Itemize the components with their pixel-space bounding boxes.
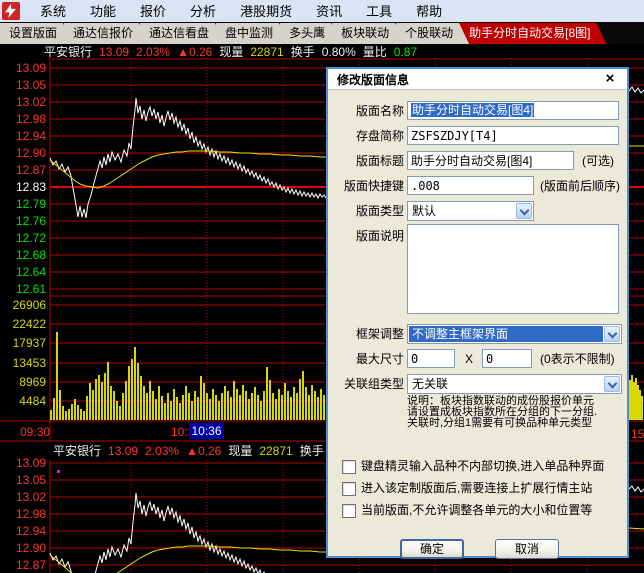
tab-set-layout[interactable]: 设置版面 — [0, 23, 73, 44]
chevron-down-icon[interactable] — [604, 376, 620, 392]
tab-stock-link[interactable]: 个股联动 — [396, 23, 469, 44]
connect-ext-host-checkbox[interactable] — [342, 482, 356, 496]
max-size-label: 最大尺寸 — [355, 352, 404, 366]
layout-tab-bar: 设置版面 通达信报价 通达信看盘 盘中监测 多头鹰 板块联动 个股联动 助手分时… — [0, 22, 644, 44]
link-group-value: 无关联 — [412, 377, 449, 391]
menu-analysis[interactable]: 分析 — [178, 1, 228, 22]
keyboard-wizard-checkbox[interactable] — [342, 460, 356, 474]
size-note: (0表示不限制) — [540, 352, 615, 366]
frame-adjust-label: 框架调整 — [355, 327, 404, 341]
chevron-down-icon[interactable] — [604, 326, 620, 342]
tab-sector-link[interactable]: 板块联动 — [332, 23, 405, 44]
optional-note: (可选) — [582, 154, 614, 168]
save-short-name-label: 存盘简称 — [355, 129, 404, 143]
menu-system[interactable]: 系统 — [28, 1, 78, 22]
panel-type-label: 版面类型 — [355, 204, 404, 218]
panel-title-input[interactable] — [407, 151, 574, 170]
hotkey-input[interactable] — [407, 176, 534, 195]
panel-name-input[interactable]: 助手分时自动交易[图4] — [407, 101, 619, 120]
dialog-title-bar[interactable]: 修改版面信息 × — [328, 69, 627, 90]
tab-intraday-monitor[interactable]: 盘中监测 — [216, 23, 289, 44]
app-logo-icon — [2, 2, 20, 20]
tab-tdx-quote[interactable]: 通达信报价 — [64, 23, 149, 44]
lock-layout-checkbox-label: 当前版面,不允许调整各单元的大小和位置等 — [361, 503, 593, 517]
link-group-help-line3: 关联时,分组1需要有可换品种单元类型 — [407, 417, 593, 429]
frame-adjust-select[interactable]: 不调整主框架界面 — [407, 324, 622, 344]
tab-tdx-watch[interactable]: 通达信看盘 — [140, 23, 225, 44]
lock-layout-checkbox[interactable] — [342, 504, 356, 518]
tdx-app-window: 13.09 13.05 13.02 12.98 12.94 12.90 12.87 12.83… — [0, 0, 644, 573]
size-x-separator: X — [465, 352, 474, 366]
modify-layout-dialog: 修改版面信息 × 版面名称 助手分时自动交易[图4] 存盘简称 版面标题 (可选… — [326, 67, 629, 559]
menu-help[interactable]: 帮助 — [404, 1, 454, 22]
max-height-input[interactable] — [482, 349, 532, 368]
selected-text: 助手分时自动交易[图4] — [411, 103, 535, 117]
link-group-label: 关联组类型 — [343, 377, 404, 391]
menu-bar: 系统 功能 报价 分析 港股期货 资讯 工具 帮助 — [0, 0, 644, 23]
save-short-name-input[interactable] — [407, 126, 619, 145]
keyboard-wizard-checkbox-label: 键盘精灵输入品种不内部切换,进入单品种界面 — [361, 459, 605, 473]
chevron-down-icon[interactable] — [516, 203, 532, 219]
menu-quote[interactable]: 报价 — [128, 1, 178, 22]
cancel-button[interactable]: 取消 — [495, 539, 559, 559]
tab-duotouying[interactable]: 多头鹰 — [280, 23, 341, 44]
ok-button[interactable]: 确定 — [400, 539, 464, 559]
max-width-input[interactable] — [407, 349, 455, 368]
hotkey-label: 版面快捷键 — [343, 179, 404, 193]
panel-name-label: 版面名称 — [355, 104, 404, 118]
menu-info[interactable]: 资讯 — [304, 1, 354, 22]
menu-hk-futures[interactable]: 港股期货 — [228, 1, 304, 22]
panel-desc-label: 版面说明 — [355, 229, 404, 243]
menu-function[interactable]: 功能 — [78, 1, 128, 22]
hotkey-note: (版面前后顺序) — [540, 179, 620, 193]
close-icon[interactable]: × — [602, 71, 618, 87]
panel-desc-textarea[interactable] — [407, 224, 619, 314]
frame-adjust-value: 不调整主框架界面 — [409, 326, 603, 342]
connect-ext-host-checkbox-label: 进入该定制版面后,需要连接上扩展行情主站 — [361, 481, 593, 495]
panel-title-label: 版面标题 — [355, 154, 404, 168]
tab-assistant-timeshare-auto-trade[interactable]: 助手分时自动交易[8图] — [460, 23, 606, 44]
panel-type-select[interactable]: 默认 — [407, 201, 534, 221]
menu-tools[interactable]: 工具 — [354, 1, 404, 22]
panel-type-value: 默认 — [412, 204, 437, 218]
dialog-title: 修改版面信息 — [337, 72, 410, 87]
link-group-select[interactable]: 无关联 — [407, 374, 622, 394]
